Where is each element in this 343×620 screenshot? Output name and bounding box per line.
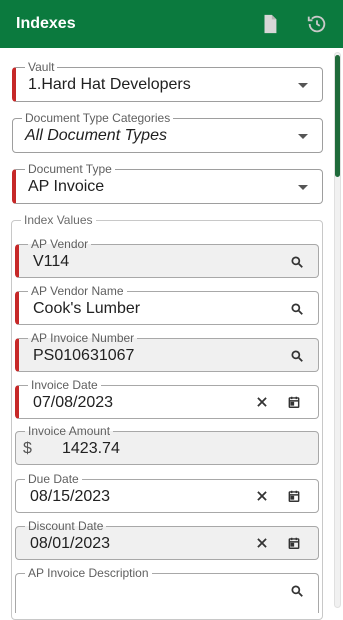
- due-date-value: 08/15/2023: [30, 488, 111, 505]
- vault-select[interactable]: Vault 1.Hard Hat Developers: [12, 60, 323, 102]
- invoice-amount-field[interactable]: Invoice Amount $ 1423.74: [15, 424, 319, 465]
- ap-vendor-name-value: Cook's Lumber: [33, 300, 141, 317]
- ap-invoice-number-field[interactable]: AP Invoice Number PS010631067: [15, 331, 319, 372]
- search-icon[interactable]: [290, 255, 304, 269]
- discount-date-value: 08/01/2023: [30, 535, 111, 552]
- history-icon[interactable]: [306, 13, 328, 35]
- search-icon[interactable]: [290, 584, 304, 598]
- close-icon[interactable]: [255, 489, 269, 503]
- ap-invoice-number-label: AP Invoice Number: [28, 331, 138, 345]
- discount-date-field[interactable]: Discount Date 08/01/2023: [15, 519, 319, 560]
- ap-vendor-value: V114: [33, 253, 70, 270]
- close-icon[interactable]: [255, 536, 269, 550]
- ap-vendor-name-field[interactable]: AP Vendor Name Cook's Lumber: [15, 284, 319, 325]
- ap-invoice-description-label: AP Invoice Description: [25, 566, 152, 580]
- currency-symbol: $: [23, 440, 32, 457]
- ap-vendor-field[interactable]: AP Vendor V114: [15, 237, 319, 278]
- document-type-categories-label: Document Type Categories: [22, 111, 174, 125]
- document-icon[interactable]: [259, 13, 281, 35]
- index-values-label: Index Values: [21, 213, 96, 227]
- calendar-icon[interactable]: [287, 489, 301, 503]
- document-type-categories-value: All Document Types: [25, 127, 167, 144]
- due-date-field[interactable]: Due Date 08/15/2023: [15, 472, 319, 513]
- chevron-down-icon[interactable]: [298, 83, 308, 88]
- chevron-down-icon[interactable]: [298, 185, 308, 190]
- ap-vendor-name-label: AP Vendor Name: [28, 284, 127, 298]
- header-bar: Indexes: [0, 0, 343, 48]
- calendar-icon[interactable]: [287, 536, 301, 550]
- page-title: Indexes: [16, 15, 76, 32]
- search-icon[interactable]: [290, 302, 304, 316]
- document-type-select[interactable]: Document Type AP Invoice: [12, 162, 323, 204]
- calendar-icon[interactable]: [287, 395, 301, 409]
- document-type-categories-select[interactable]: Document Type Categories All Document Ty…: [12, 111, 323, 153]
- chevron-down-icon[interactable]: [298, 134, 308, 139]
- vault-value: 1.Hard Hat Developers: [28, 76, 191, 93]
- invoice-amount-label: Invoice Amount: [25, 424, 114, 438]
- invoice-date-label: Invoice Date: [28, 378, 101, 392]
- ap-invoice-number-value: PS010631067: [33, 347, 135, 364]
- scrollbar-thumb[interactable]: [335, 55, 340, 177]
- index-values-group: Index Values: [11, 213, 323, 620]
- search-icon[interactable]: [290, 349, 304, 363]
- document-type-label: Document Type: [25, 162, 115, 176]
- vault-label: Vault: [25, 60, 58, 74]
- document-type-value: AP Invoice: [28, 178, 105, 195]
- ap-vendor-label: AP Vendor: [28, 237, 92, 251]
- due-date-label: Due Date: [25, 472, 82, 486]
- invoice-amount-value: 1423.74: [62, 440, 120, 457]
- close-icon[interactable]: [255, 395, 269, 409]
- invoice-date-value: 07/08/2023: [33, 394, 114, 411]
- ap-invoice-description-field[interactable]: AP Invoice Description: [15, 566, 319, 613]
- invoice-date-field[interactable]: Invoice Date 07/08/2023: [15, 378, 319, 419]
- discount-date-label: Discount Date: [25, 519, 107, 533]
